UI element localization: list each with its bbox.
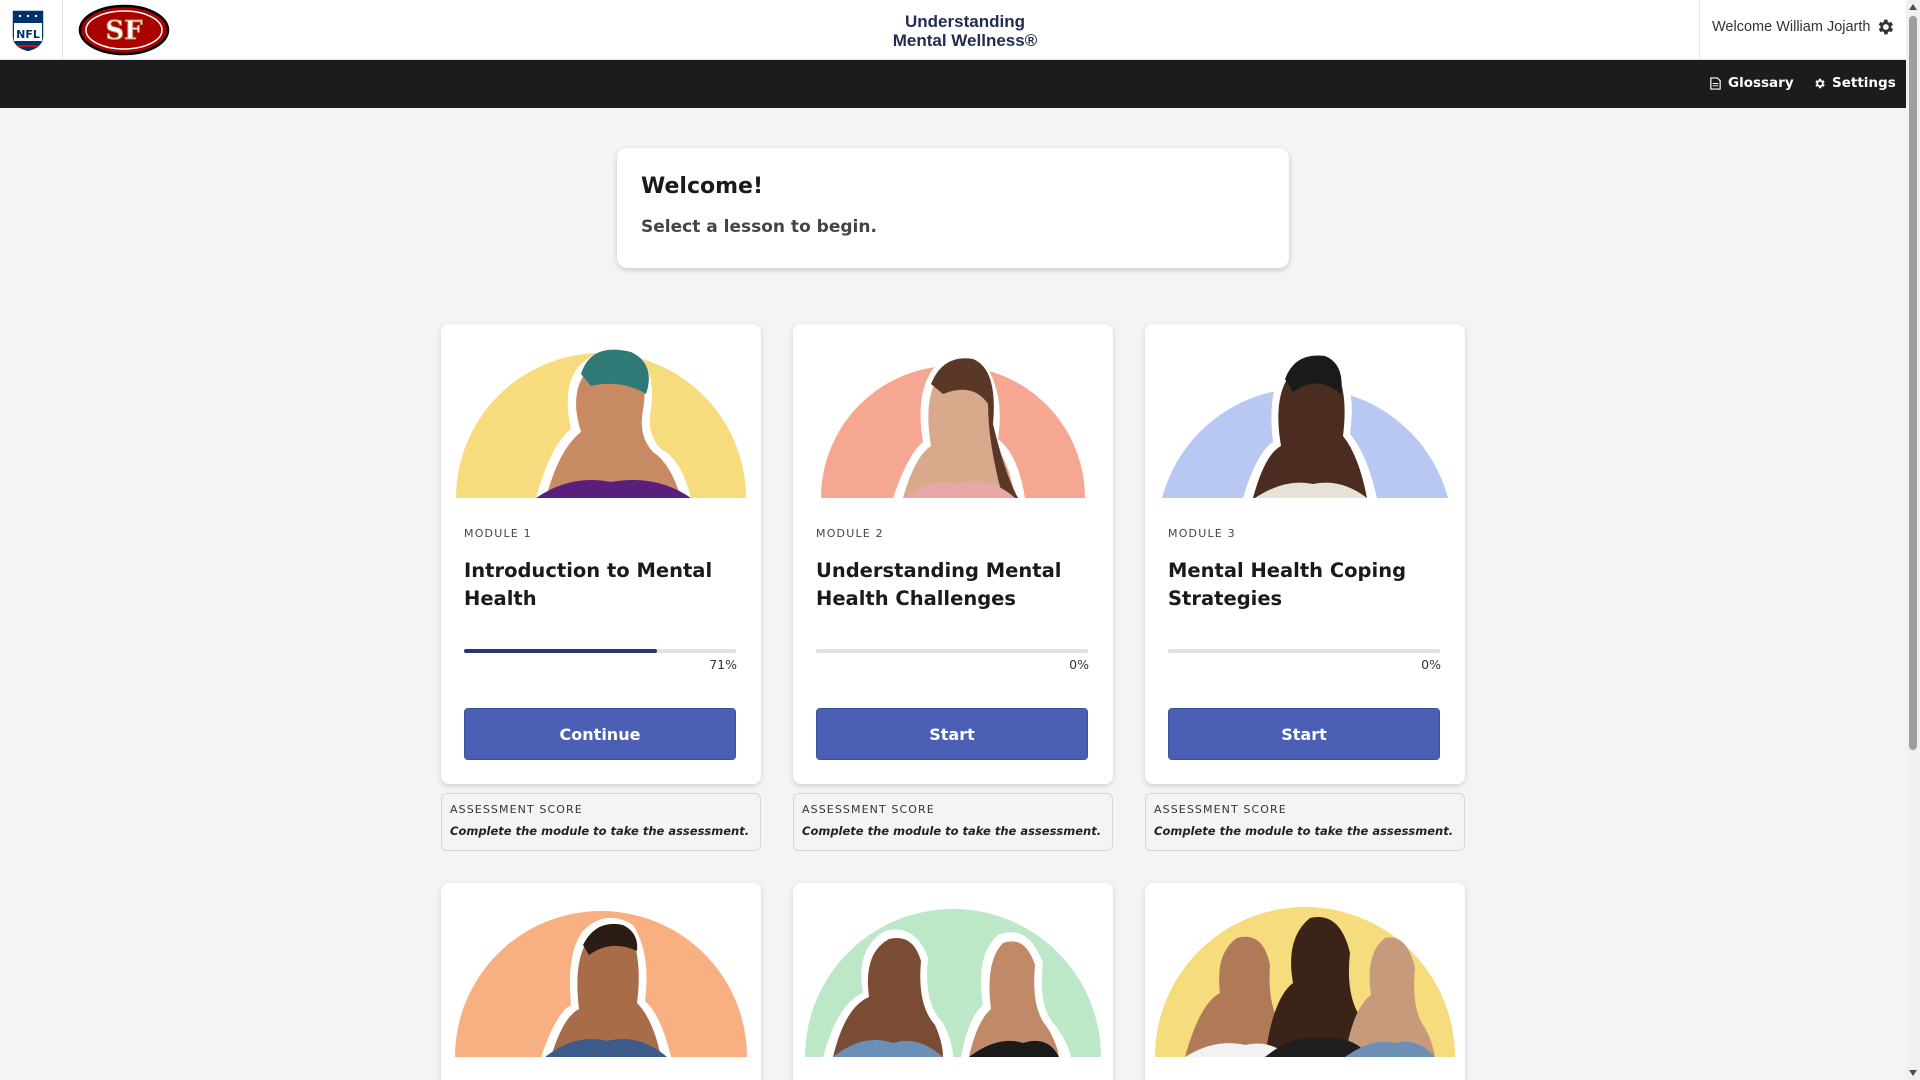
module-title: Introduction to Mental Health (464, 559, 713, 610)
module-title: Understanding Mental Health Challenges (816, 559, 1062, 610)
assessment-box-1: ASSESSMENT SCORE Complete the module to … (441, 793, 761, 851)
brand-line-2: Mental Wellness® (892, 31, 1038, 50)
glossary-label: Glossary (1728, 75, 1794, 91)
module-4-image (441, 883, 761, 1057)
module-label: MODULE 3 (1168, 527, 1236, 540)
scroll-thumb[interactable] (1909, 16, 1917, 750)
module-card-3[interactable]: MODULE 3 Mental Health Coping Strategies… (1145, 324, 1465, 784)
scroll-up-arrow-icon[interactable] (1909, 4, 1917, 10)
assessment-box-3: ASSESSMENT SCORE Complete the module to … (1145, 793, 1465, 851)
brand-title: Understanding Mental Wellness® (890, 12, 1040, 50)
assessment-note: Complete the module to take the assessme… (1154, 824, 1454, 838)
start-button[interactable]: Start (1168, 708, 1440, 760)
module-6-image (1145, 883, 1465, 1057)
start-button[interactable]: Start (816, 708, 1088, 760)
assessment-label: ASSESSMENT SCORE (802, 803, 935, 816)
module-card-6[interactable] (1145, 883, 1465, 1080)
nav-bar: Glossary Settings (0, 60, 1906, 108)
welcome-card: Welcome! Select a lesson to begin. (617, 148, 1289, 268)
progress-percent: 71% (709, 657, 737, 672)
progress-percent: 0% (1069, 657, 1089, 672)
49ers-logo[interactable]: SF (78, 4, 170, 56)
assessment-note: Complete the module to take the assessme… (450, 824, 750, 838)
document-icon (1710, 76, 1721, 90)
assessment-box-2: ASSESSMENT SCORE Complete the module to … (793, 793, 1113, 851)
module-card-5[interactable] (793, 883, 1113, 1080)
brand-line-1: Understanding (905, 12, 1025, 31)
welcome-user-text: Welcome William Jojarth (1712, 19, 1871, 35)
module-card-2[interactable]: MODULE 2 Understanding Mental Health Cha… (793, 324, 1113, 784)
module-5-image (793, 883, 1113, 1057)
nfl-logo[interactable]: NFL (8, 6, 48, 54)
module-3-image (1145, 324, 1465, 498)
assessment-label: ASSESSMENT SCORE (450, 803, 583, 816)
module-card-1[interactable]: MODULE 1 Introduction to Mental Health 7… (441, 324, 761, 784)
module-title: Mental Health Coping Strategies (1168, 559, 1407, 610)
user-divider (1699, 0, 1700, 60)
gear-icon[interactable] (1875, 17, 1895, 37)
module-1-image (441, 324, 761, 498)
glossary-link[interactable]: Glossary (1709, 75, 1794, 91)
progress-bar (816, 649, 1088, 653)
continue-button[interactable]: Continue (464, 708, 736, 760)
assessment-label: ASSESSMENT SCORE (1154, 803, 1287, 816)
settings-label: Settings (1832, 75, 1896, 91)
assessment-note: Complete the module to take the assessme… (802, 824, 1102, 838)
module-card-4[interactable] (441, 883, 761, 1080)
svg-text:NFL: NFL (16, 28, 40, 41)
welcome-subtitle: Select a lesson to begin. (641, 217, 877, 237)
settings-link[interactable]: Settings (1813, 75, 1896, 91)
module-label: MODULE 2 (816, 527, 884, 540)
progress-percent: 0% (1421, 657, 1441, 672)
progress-fill (464, 649, 658, 653)
progress-bar (464, 649, 736, 653)
gear-icon (1815, 78, 1825, 88)
top-header: NFL SF Understanding Mental Wellness® We… (0, 0, 1906, 60)
header-divider (62, 0, 63, 60)
progress-bar (1168, 649, 1440, 653)
welcome-title: Welcome! (641, 174, 763, 199)
scroll-down-arrow-icon[interactable] (1909, 1070, 1917, 1076)
svg-text:SF: SF (105, 16, 143, 46)
page-scrollbar[interactable] (1906, 0, 1920, 1080)
module-label: MODULE 1 (464, 527, 532, 540)
module-2-image (793, 324, 1113, 498)
